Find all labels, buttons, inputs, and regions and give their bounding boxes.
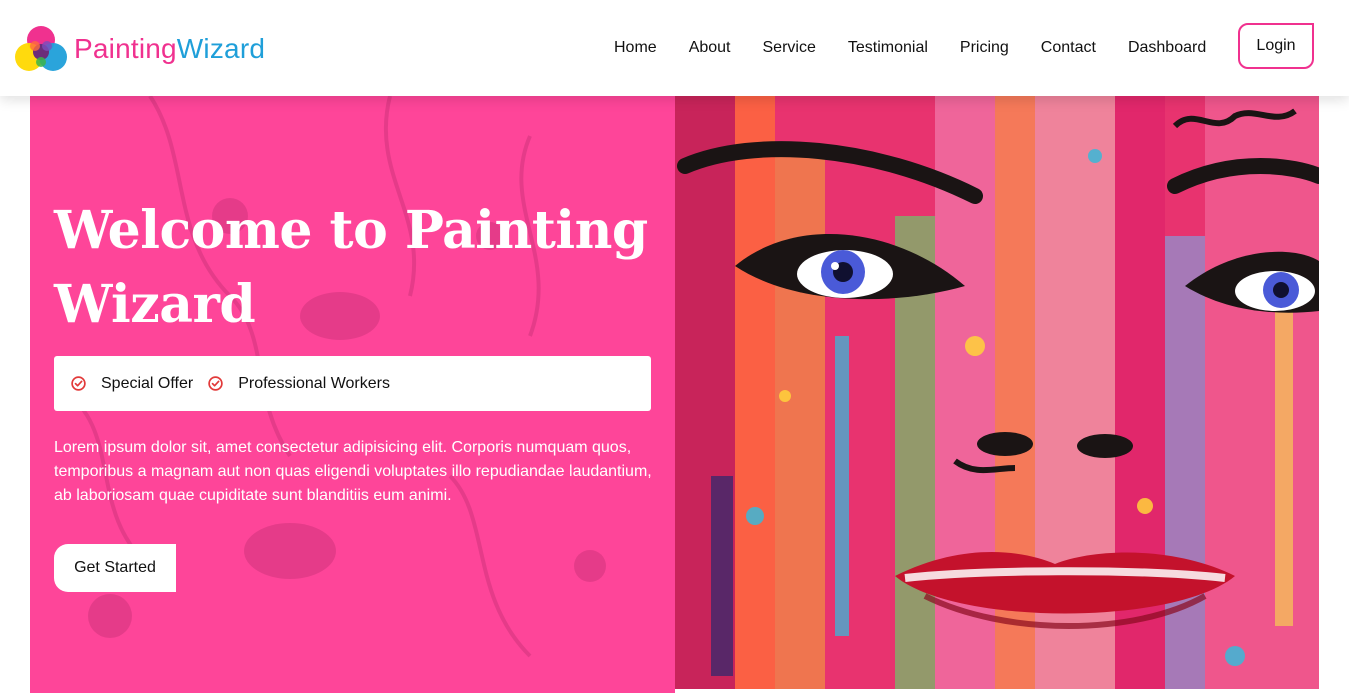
brand-name-part2: Wizard bbox=[176, 33, 266, 64]
nav-contact-link[interactable]: Contact bbox=[1041, 38, 1096, 58]
features-box: Special Offer Professional Workers bbox=[54, 356, 651, 411]
nav-pricing-link[interactable]: Pricing bbox=[960, 38, 1009, 58]
feature-item: Professional Workers bbox=[207, 375, 390, 393]
graffiti-face-painting bbox=[675, 96, 1319, 689]
brand-logo[interactable]: PaintingWizard bbox=[14, 24, 265, 74]
check-circle-icon bbox=[71, 376, 86, 391]
nav-dashboard-link[interactable]: Dashboard bbox=[1128, 38, 1206, 58]
check-circle-icon bbox=[208, 376, 223, 391]
hero-image bbox=[675, 96, 1319, 689]
nav-service-link[interactable]: Service bbox=[763, 38, 816, 58]
brand-name-part1: Painting bbox=[74, 33, 177, 64]
main-nav: Home About Service Testimonial Pricing C… bbox=[614, 38, 1238, 58]
brand-name: PaintingWizard bbox=[74, 33, 265, 65]
get-started-button[interactable]: Get Started bbox=[54, 544, 176, 592]
hero-title: Welcome to Painting Wizard bbox=[54, 200, 648, 335]
feature-label: Professional Workers bbox=[238, 374, 390, 392]
nav-home-link[interactable]: Home bbox=[614, 38, 657, 58]
hero-content-panel: Welcome to Painting Wizard Special Offer… bbox=[30, 96, 675, 693]
color-wheel-logo-icon bbox=[15, 26, 67, 71]
nav-testimonial-link[interactable]: Testimonial bbox=[848, 38, 928, 58]
navbar: PaintingWizard Home About Service Testim… bbox=[0, 0, 1349, 96]
login-button[interactable]: Login bbox=[1238, 23, 1314, 69]
feature-label: Special Offer bbox=[101, 374, 194, 392]
feature-item: Special Offer bbox=[70, 375, 193, 393]
hero-description: Lorem ipsum dolor sit, amet consectetur … bbox=[54, 439, 652, 504]
nav-about-link[interactable]: About bbox=[689, 38, 731, 58]
